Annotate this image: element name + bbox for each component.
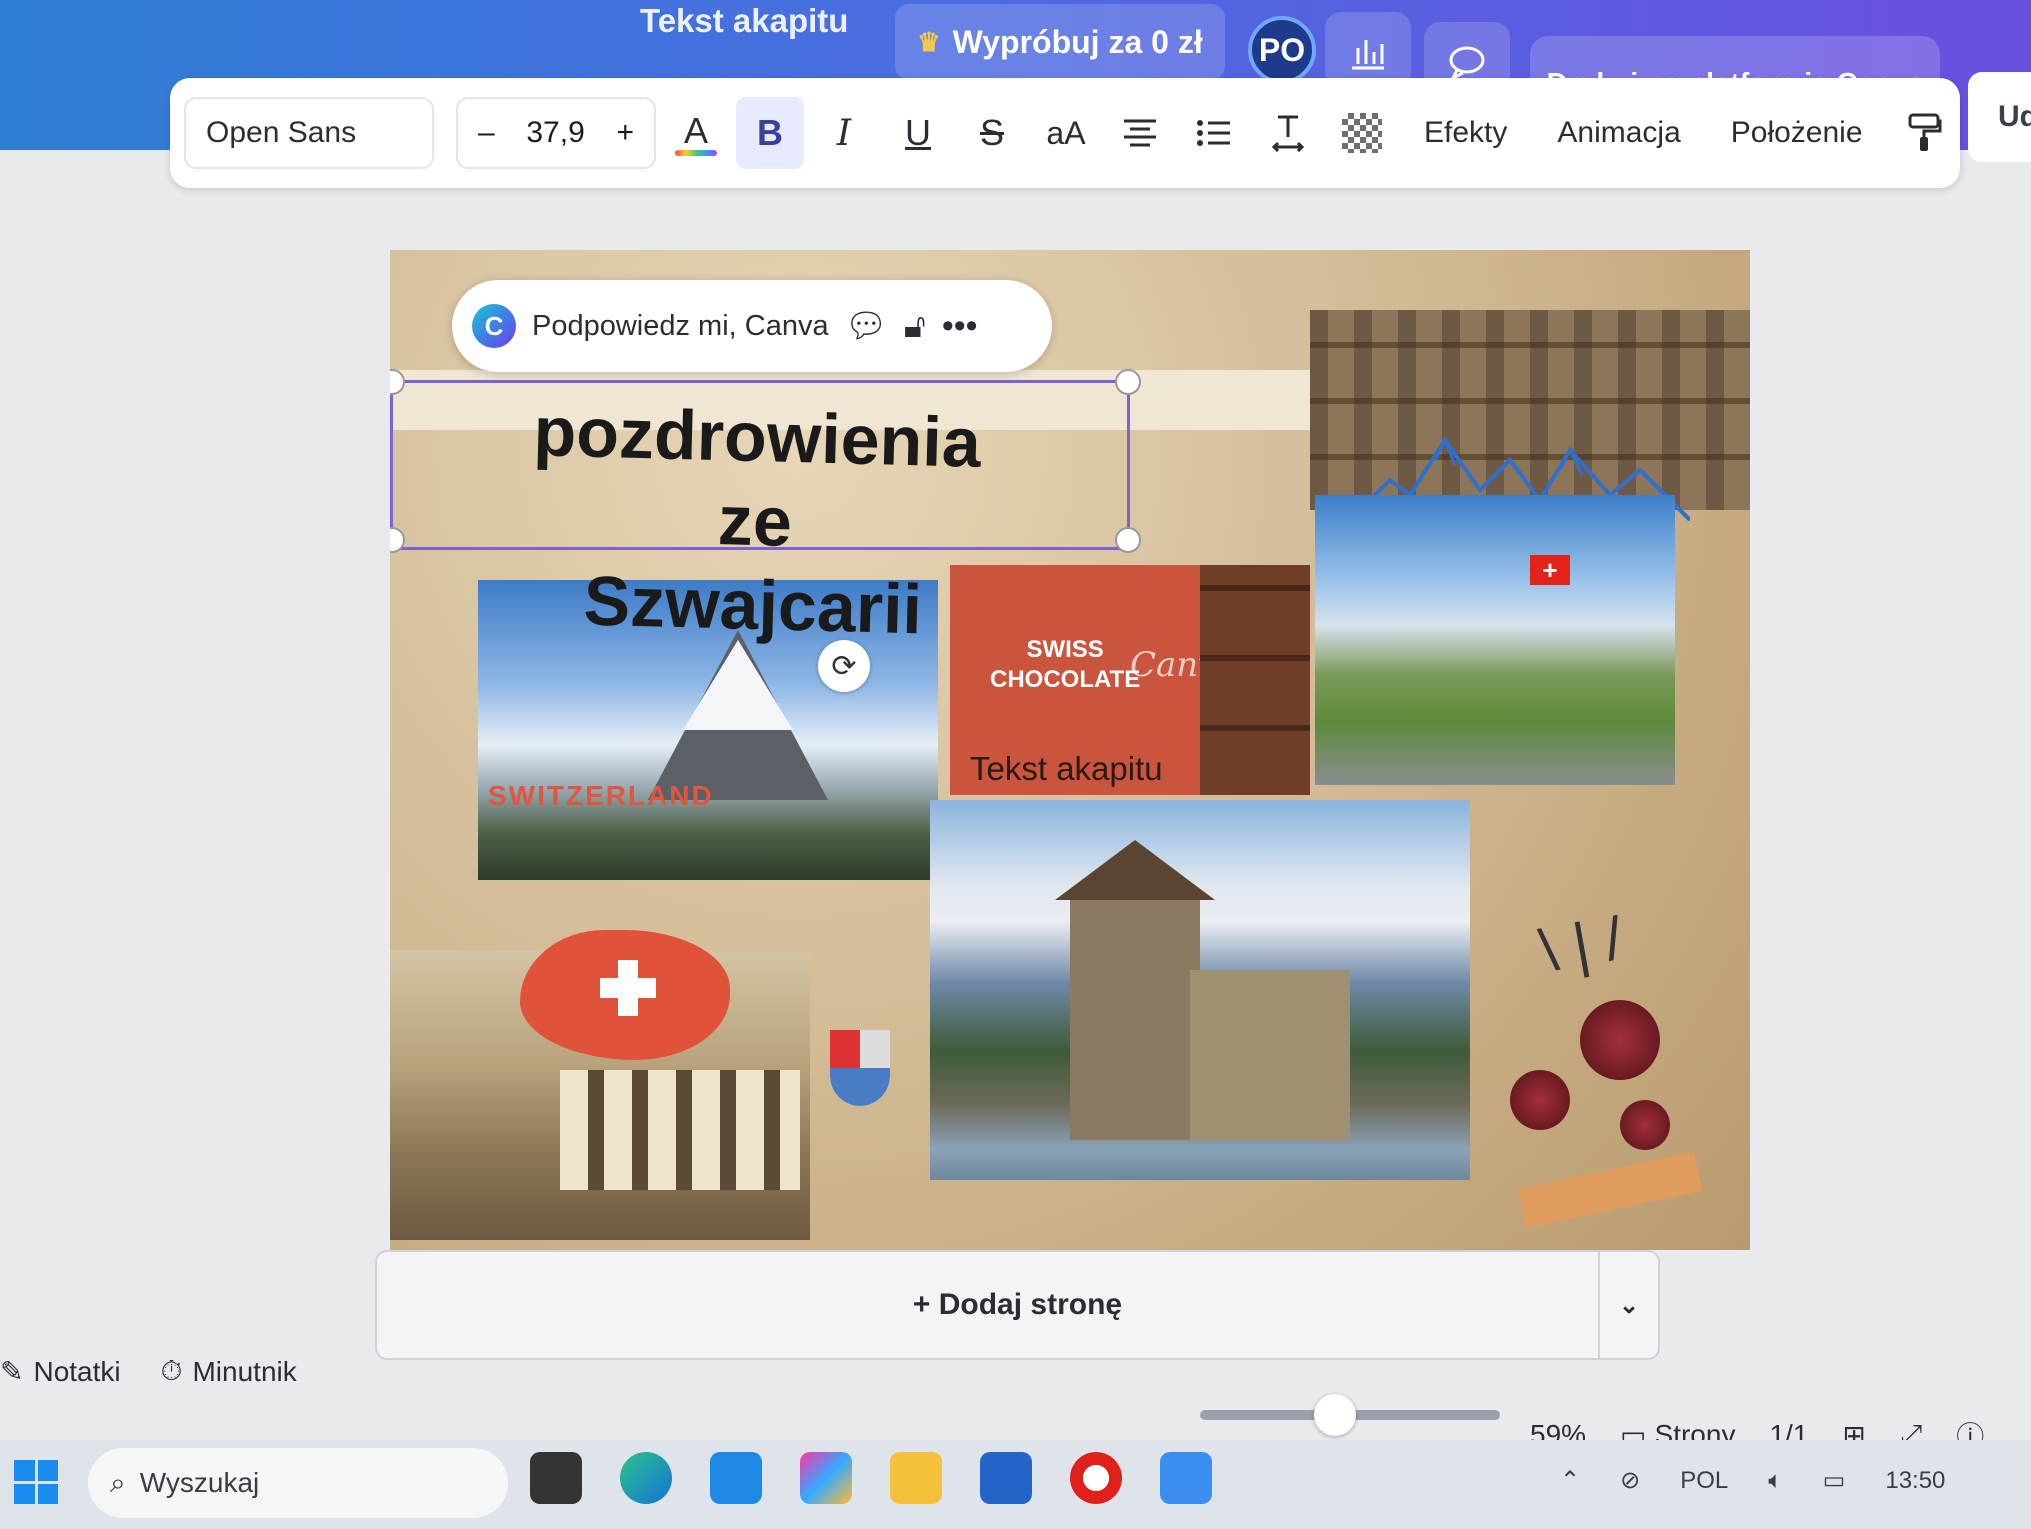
italic-button[interactable]: I: [810, 97, 878, 169]
try-pro-button[interactable]: ♛ Wypróbuj za 0 zł: [895, 4, 1225, 80]
file-explorer-icon[interactable]: [890, 1452, 942, 1504]
text-color-icon: A: [683, 110, 708, 151]
timer-icon: ⏱︎: [160, 1355, 183, 1386]
task-view-icon[interactable]: [530, 1452, 582, 1504]
alps-flag-photo[interactable]: +: [1315, 495, 1675, 785]
swiss-map-icon[interactable]: [520, 930, 730, 1060]
more-icon[interactable]: •••: [942, 307, 978, 346]
chevron-down-icon[interactable]: ⌄: [1598, 1252, 1658, 1358]
strikethrough-button[interactable]: S: [958, 97, 1026, 169]
coat-of-arms-icon[interactable]: [830, 1030, 890, 1106]
lock-icon[interactable]: 🔓︎: [904, 307, 926, 346]
chocolate-title-line2: CHOCOLATE: [990, 666, 1141, 693]
chillon-castle-photo[interactable]: [930, 800, 1470, 1180]
resize-handle[interactable]: [1115, 369, 1141, 395]
try-pro-label: Wypróbuj za 0 zł: [952, 23, 1203, 60]
document-title[interactable]: Tekst akapitu: [640, 2, 848, 40]
animation-button[interactable]: Animacja: [1535, 116, 1702, 150]
volume-icon[interactable]: 🔈︎: [1768, 1467, 1782, 1495]
resize-handle[interactable]: [390, 527, 405, 553]
share-button[interactable]: Ud: [1968, 72, 2031, 162]
store-app-icon[interactable]: [710, 1452, 762, 1504]
heading-line1: pozdrowienia ze: [532, 392, 982, 561]
underline-button[interactable]: U: [884, 97, 952, 169]
text-color-button[interactable]: A: [662, 97, 730, 169]
heading-line2: Szwajcarii: [582, 561, 924, 649]
notes-button[interactable]: ✎ Notatki: [0, 1355, 121, 1388]
clock[interactable]: 13:50: [1885, 1467, 1945, 1495]
comment-add-icon[interactable]: 💬︎: [845, 306, 888, 346]
heading-text[interactable]: pozdrowienia ze Szwajcarii: [482, 388, 1028, 654]
chevron-up-icon[interactable]: ⌃: [1560, 1466, 1580, 1495]
position-button[interactable]: Położenie: [1709, 116, 1885, 150]
canva-logo-icon: C: [472, 304, 516, 348]
battery-icon[interactable]: ▭: [1823, 1466, 1846, 1495]
photos-app-icon[interactable]: [1160, 1452, 1212, 1504]
assistant-prompt[interactable]: Podpowiedz mi, Canva: [532, 310, 829, 343]
copilot-icon[interactable]: [800, 1452, 852, 1504]
timer-label: Minutnik: [192, 1355, 297, 1387]
swiss-flag-icon: +: [1530, 555, 1570, 585]
taskbar-apps: [530, 1452, 1212, 1504]
chocolate-bar-image: [1200, 565, 1310, 795]
crown-icon: ♛: [917, 26, 941, 57]
search-icon: ⌕: [110, 1466, 126, 1498]
bold-button[interactable]: B: [736, 97, 804, 169]
taskbar-search-placeholder: Wyszukaj: [139, 1467, 260, 1498]
align-center-icon[interactable]: [1106, 97, 1174, 169]
language-indicator[interactable]: POL: [1680, 1467, 1728, 1495]
system-tray: ⌃ ⊘ POL 🔈︎ ▭ 13:50: [1560, 1466, 1945, 1495]
opera-icon[interactable]: [1070, 1452, 1122, 1504]
microsoft-store-icon[interactable]: [980, 1452, 1032, 1504]
zoom-slider-knob[interactable]: [1314, 1394, 1356, 1436]
bottom-left-tools: ✎ Notatki ⏱︎ Minutnik: [0, 1355, 297, 1388]
user-avatar[interactable]: PO: [1248, 16, 1316, 84]
paragraph-text[interactable]: Tekst akapitu: [970, 750, 1163, 788]
notes-label: Notatki: [33, 1355, 121, 1387]
paint-format-icon[interactable]: [1891, 97, 1959, 169]
resize-handle[interactable]: [1115, 527, 1141, 553]
size-increase-button[interactable]: +: [616, 116, 634, 150]
zoom-slider[interactable]: [1200, 1394, 1500, 1436]
add-page-button[interactable]: + Dodaj stronę ⌄: [375, 1250, 1660, 1360]
effects-button[interactable]: Efekty: [1402, 116, 1529, 150]
size-decrease-button[interactable]: –: [478, 116, 495, 150]
bullet-list-icon[interactable]: [1180, 97, 1248, 169]
edge-icon[interactable]: [620, 1452, 672, 1504]
add-page-label: + Dodaj stronę: [912, 1288, 1123, 1321]
font-size-stepper[interactable]: – 37,9 +: [456, 97, 656, 169]
font-size-value[interactable]: 37,9: [526, 116, 584, 150]
spacing-icon[interactable]: [1254, 97, 1322, 169]
canva-assistant-pill[interactable]: C Podpowiedz mi, Canva 💬︎ 🔓︎ •••: [452, 280, 1052, 372]
wifi-off-icon[interactable]: ⊘: [1620, 1466, 1640, 1495]
letter-case-button[interactable]: aA: [1032, 97, 1100, 169]
windows-taskbar: ⌕ Wyszukaj ⌃ ⊘ POL 🔈︎ ▭ 13:50: [0, 1440, 2031, 1529]
switzerland-label: SWITZERLAND: [488, 780, 714, 811]
taskbar-search[interactable]: ⌕ Wyszukaj: [88, 1448, 508, 1518]
timer-button[interactable]: ⏱︎ Minutnik: [161, 1355, 297, 1388]
windows-start-icon[interactable]: [14, 1460, 58, 1504]
design-canvas[interactable]: SWITZERLAND ⟳ SWISS CHOCOLATE Canva Teks…: [390, 250, 1750, 1250]
transparency-icon[interactable]: [1328, 97, 1396, 169]
text-toolbar: Open Sans – 37,9 + A B I U S aA Efekty A…: [170, 78, 1960, 188]
font-selector[interactable]: Open Sans: [184, 97, 434, 169]
pencil-icon: ✎: [0, 1356, 24, 1387]
